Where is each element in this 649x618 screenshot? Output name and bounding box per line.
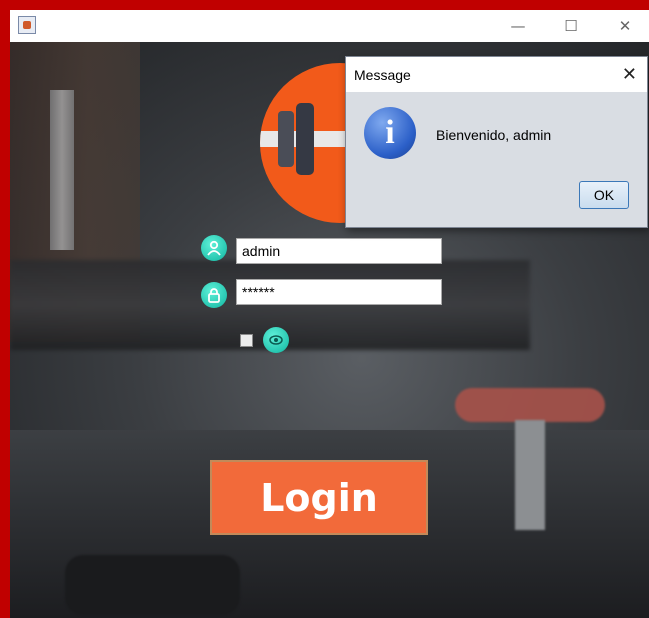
dialog-message: Bienvenido, admin <box>436 127 552 143</box>
background-pillar <box>50 90 74 250</box>
minimize-button[interactable]: — <box>495 10 541 42</box>
dialog-title: Message <box>354 67 411 83</box>
username-input[interactable]: admin <box>236 238 442 264</box>
dialog-close-button[interactable]: ✕ <box>622 64 637 85</box>
user-icon <box>201 235 227 261</box>
message-dialog: Message ✕ i Bienvenido, admin OK <box>345 56 648 228</box>
information-icon: i <box>364 107 416 159</box>
eye-icon <box>263 327 289 353</box>
ok-button[interactable]: OK <box>579 181 629 209</box>
java-app-icon <box>18 16 36 34</box>
background-bench-leg <box>515 420 545 530</box>
login-button[interactable]: Login <box>210 460 428 535</box>
background-bench-seat <box>455 388 605 422</box>
maximize-button[interactable]: ☐ <box>548 10 594 42</box>
show-password-checkbox[interactable] <box>240 334 253 347</box>
dialog-titlebar: Message ✕ <box>346 57 647 92</box>
background-floor-dumbbell <box>65 555 240 615</box>
lock-icon <box>201 282 227 308</box>
window-titlebar: — ☐ ✕ <box>10 10 649 42</box>
close-button[interactable]: ✕ <box>602 10 648 42</box>
logo-plate-outer <box>278 111 294 167</box>
password-input[interactable]: ****** <box>236 279 442 305</box>
logo-plate-inner <box>296 103 314 175</box>
